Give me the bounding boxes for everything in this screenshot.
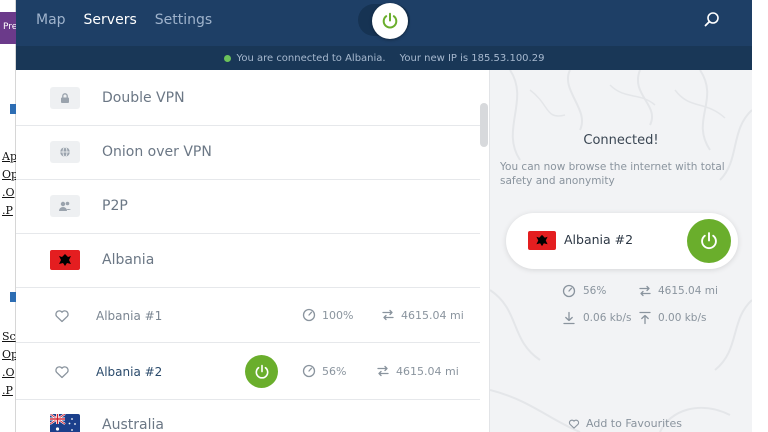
power-icon bbox=[255, 364, 268, 379]
search-button[interactable] bbox=[702, 10, 722, 30]
country-label-australia: Australia bbox=[102, 417, 164, 432]
onion-icon bbox=[50, 141, 80, 163]
heart-icon[interactable] bbox=[54, 364, 70, 380]
upload-speed: 0.00 kb/s bbox=[658, 312, 707, 324]
current-server-card: Albania #2 bbox=[506, 213, 738, 269]
gauge-icon bbox=[302, 308, 316, 322]
country-row-albania[interactable]: Albania bbox=[16, 234, 480, 288]
disconnect-button[interactable] bbox=[687, 219, 731, 263]
distance-icon bbox=[377, 365, 389, 377]
upload-icon bbox=[639, 311, 651, 325]
category-label: Double VPN bbox=[102, 90, 185, 106]
background-link[interactable]: .O bbox=[2, 366, 15, 379]
server-power-button[interactable] bbox=[245, 355, 278, 388]
screen: Pre Ap Op .O .P Sc Op .O .P Map Servers … bbox=[0, 0, 768, 432]
connection-subtitle: You can now browse the internet with tot… bbox=[500, 161, 725, 187]
server-list: Double VPN Onion over VPN P2P Albania Al… bbox=[16, 70, 490, 432]
status-connected-text: You are connected to Albania. bbox=[236, 52, 386, 64]
australia-flag-icon bbox=[50, 414, 80, 432]
connection-toggle-knob[interactable] bbox=[372, 3, 408, 39]
power-icon bbox=[701, 232, 717, 250]
heart-icon[interactable] bbox=[54, 308, 70, 324]
vpn-app-window: Map Servers Settings You are connected t… bbox=[16, 0, 752, 432]
gauge-icon bbox=[302, 364, 316, 378]
server-list-scrollbar[interactable] bbox=[480, 103, 488, 147]
background-link[interactable]: Sc bbox=[2, 330, 16, 343]
lock-icon bbox=[50, 87, 80, 109]
distance-icon bbox=[382, 309, 394, 321]
current-load: 56% bbox=[583, 285, 607, 297]
background-banner: Pre bbox=[0, 12, 17, 44]
category-row-double-vpn[interactable]: Double VPN bbox=[16, 70, 480, 126]
main-nav: Map Servers Settings bbox=[36, 12, 212, 28]
gauge-icon bbox=[562, 284, 576, 298]
add-to-favourites-label: Add to Favourites bbox=[586, 417, 682, 430]
connection-details-panel: Connected! You can now browse the intern… bbox=[490, 70, 752, 432]
add-to-favourites-button[interactable]: Add to Favourites bbox=[568, 417, 682, 430]
background-link[interactable]: .O bbox=[2, 186, 15, 199]
server-row-albania-1[interactable]: Albania #1 100% 4615.04 mi bbox=[16, 288, 480, 343]
category-label: P2P bbox=[102, 198, 128, 214]
tab-settings[interactable]: Settings bbox=[155, 12, 212, 28]
connection-toggle[interactable] bbox=[358, 3, 410, 39]
server-load: 56% bbox=[322, 365, 347, 378]
current-server-name: Albania #2 bbox=[564, 232, 634, 247]
background-link[interactable]: .P bbox=[2, 384, 13, 397]
current-distance: 4615.04 mi bbox=[658, 285, 718, 297]
download-icon bbox=[563, 311, 575, 325]
download-speed: 0.06 kb/s bbox=[583, 312, 632, 324]
connection-title: Connected! bbox=[583, 133, 659, 148]
server-distance: 4615.04 mi bbox=[396, 365, 459, 378]
tab-servers[interactable]: Servers bbox=[84, 12, 137, 28]
server-row-albania-2[interactable]: Albania #2 56% 4615.04 mi bbox=[16, 343, 480, 400]
background-link[interactable]: .P bbox=[2, 204, 13, 217]
server-load: 100% bbox=[322, 309, 354, 322]
search-icon bbox=[704, 12, 719, 27]
category-row-p2p[interactable]: P2P bbox=[16, 180, 480, 234]
status-dot bbox=[223, 54, 231, 62]
country-row-australia[interactable]: Australia bbox=[16, 400, 480, 432]
background-browser-left: Pre Ap Op .O .P Sc Op .O .P bbox=[0, 0, 18, 432]
server-name: Albania #2 bbox=[96, 365, 163, 379]
distance-icon bbox=[639, 285, 651, 297]
server-name: Albania #1 bbox=[96, 309, 163, 323]
albania-flag-icon bbox=[528, 231, 556, 250]
albania-flag-icon bbox=[50, 250, 80, 270]
status-ip-text: Your new IP is 185.53.100.29 bbox=[399, 52, 545, 64]
connection-status-bar: You are connected to Albania. Your new I… bbox=[16, 46, 752, 70]
category-row-onion-over-vpn[interactable]: Onion over VPN bbox=[16, 126, 480, 180]
tab-map[interactable]: Map bbox=[36, 12, 66, 28]
users-icon bbox=[50, 195, 80, 217]
power-icon bbox=[382, 12, 398, 29]
country-label-albania: Albania bbox=[102, 252, 155, 268]
top-bar: Map Servers Settings bbox=[16, 0, 752, 46]
category-label: Onion over VPN bbox=[102, 144, 212, 160]
background-link[interactable]: Ap bbox=[2, 150, 17, 163]
background-browser-right bbox=[752, 0, 768, 432]
heart-icon bbox=[568, 419, 580, 429]
server-distance: 4615.04 mi bbox=[401, 309, 464, 322]
